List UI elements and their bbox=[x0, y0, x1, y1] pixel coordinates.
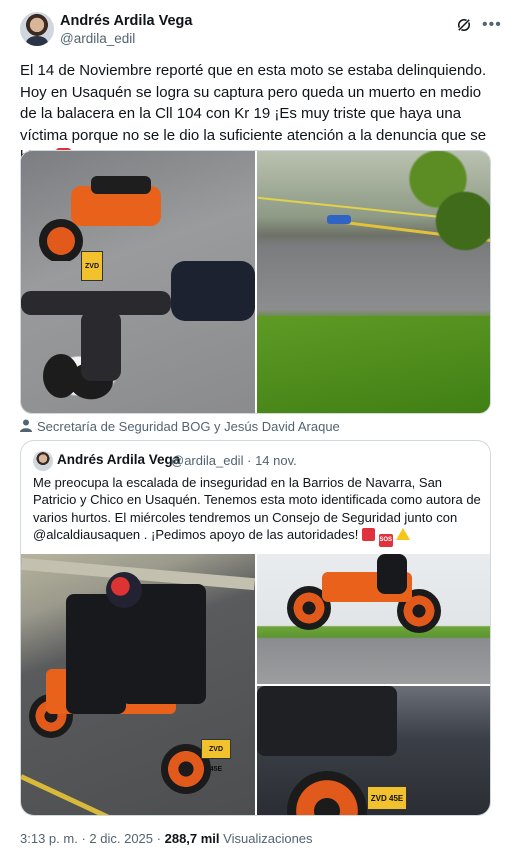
author-handle[interactable]: @ardila_edil bbox=[60, 31, 135, 46]
footer-separator: · bbox=[81, 831, 86, 846]
quoted-image-riders[interactable]: ZVD 45E bbox=[21, 554, 256, 815]
quoted-media[interactable]: ZVD 45E ZVD 45E bbox=[21, 554, 490, 815]
rider-front bbox=[66, 594, 126, 714]
quoted-author-name: Andrés Ardila Vega bbox=[57, 452, 181, 467]
person-icon bbox=[20, 419, 32, 432]
media-image-crash[interactable]: ZVD 45E bbox=[21, 151, 255, 413]
views-count[interactable]: 288,7 mil bbox=[165, 831, 220, 846]
grok-icon[interactable] bbox=[455, 16, 473, 34]
fallen-person bbox=[21, 261, 255, 398]
media-image-scene[interactable] bbox=[257, 151, 490, 413]
quoted-meta: @ardila_edil · 14 nov. bbox=[171, 453, 297, 468]
quoted-avatar bbox=[33, 451, 53, 471]
fallen-motorcycle bbox=[39, 176, 161, 261]
quoted-text-content: Me preocupa la escalada de inseguridad e… bbox=[33, 475, 481, 542]
tweet-footer: 3:13 p. m. · 2 dic. 2025 · 288,7 mil Vis… bbox=[20, 831, 313, 846]
rider-back bbox=[257, 686, 397, 756]
tweet: Andrés Ardila Vega @ardila_edil ••• El 1… bbox=[0, 0, 527, 855]
blue-tarp bbox=[327, 215, 351, 224]
quoted-date: 14 nov. bbox=[255, 453, 297, 468]
tree bbox=[402, 151, 490, 291]
media-credit[interactable]: Secretaría de Seguridad BOG y Jesús Davi… bbox=[20, 418, 340, 435]
grass bbox=[257, 316, 490, 413]
rider-helmet bbox=[106, 572, 142, 608]
quoted-separator: · bbox=[247, 453, 252, 468]
author-name[interactable]: Andrés Ardila Vega bbox=[60, 13, 192, 29]
plate: ZVD 45E bbox=[201, 739, 231, 773]
quoted-text: Me preocupa la escalada de inseguridad e… bbox=[33, 474, 483, 547]
views-label: Visualizaciones bbox=[223, 831, 313, 846]
quoted-image-closeup[interactable]: ZVD 45E bbox=[257, 686, 490, 815]
tweet-media[interactable]: ZVD 45E bbox=[20, 150, 491, 414]
road-line bbox=[21, 774, 131, 815]
rider bbox=[377, 554, 407, 594]
warning-icon bbox=[396, 527, 411, 540]
tweet-time[interactable]: 3:13 p. m. bbox=[20, 831, 78, 846]
tweet-date[interactable]: 2 dic. 2025 bbox=[89, 831, 153, 846]
rear-wheel bbox=[287, 771, 367, 815]
quoted-author-handle: @ardila_edil bbox=[171, 453, 244, 468]
plate: ZVD 45E bbox=[367, 786, 407, 810]
author-avatar[interactable] bbox=[20, 12, 54, 46]
sos-icon: SOS bbox=[378, 533, 393, 547]
quoted-image-bike[interactable] bbox=[257, 554, 490, 684]
media-credit-text: Secretaría de Seguridad BOG y Jesús Davi… bbox=[37, 419, 340, 434]
tweet-header: Andrés Ardila Vega @ardila_edil ••• bbox=[20, 12, 501, 52]
more-icon[interactable]: ••• bbox=[482, 16, 501, 34]
footer-separator: · bbox=[156, 831, 161, 846]
quoted-tweet[interactable]: Andrés Ardila Vega @ardila_edil · 14 nov… bbox=[20, 440, 491, 816]
police-light-icon bbox=[362, 527, 376, 541]
